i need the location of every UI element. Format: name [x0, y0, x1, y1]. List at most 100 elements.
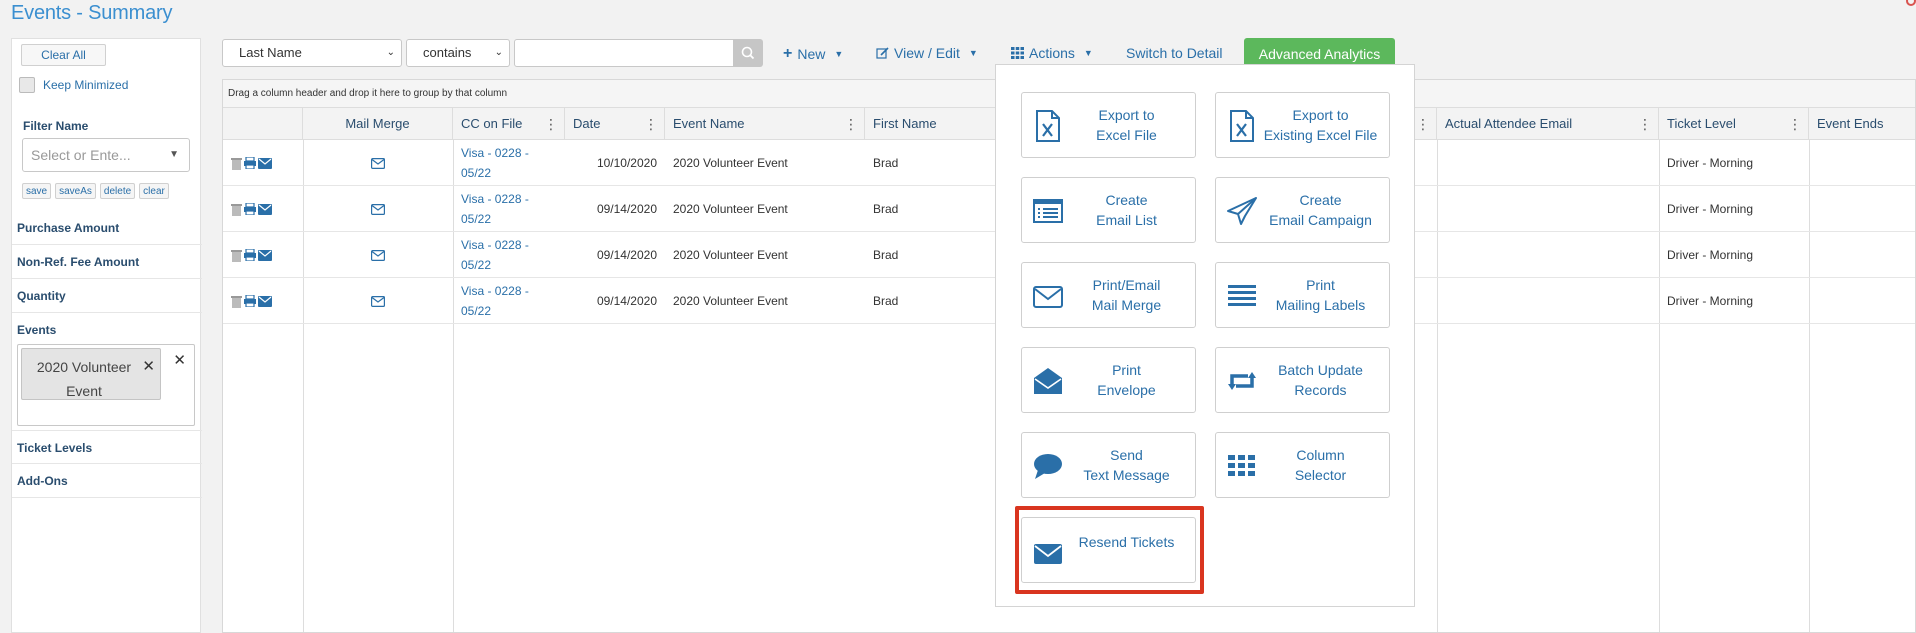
plus-icon: + — [783, 45, 793, 62]
column-menu-icon[interactable]: ⋮ — [1638, 108, 1652, 140]
section-purchase-amount[interactable]: Purchase Amount — [12, 211, 202, 245]
envelope-outline-icon[interactable] — [371, 249, 385, 261]
section-non-ref-fee[interactable]: Non-Ref. Fee Amount — [12, 245, 202, 279]
trash-icon[interactable] — [231, 249, 242, 262]
export-excel-label: Export to Excel File — [1096, 107, 1157, 143]
grid-icon — [1228, 455, 1255, 476]
filter-name-select[interactable]: Select or Ente... ▼ — [22, 138, 190, 172]
search-button[interactable] — [733, 39, 763, 67]
send-text-message-label: Send Text Message — [1083, 447, 1170, 483]
col-ticket-level[interactable]: Ticket Level ⋮ — [1659, 108, 1809, 140]
event-chip-label: 2020 Volunteer Event — [36, 359, 132, 399]
envelope-icon[interactable] — [258, 295, 272, 307]
batch-update-button[interactable]: Batch Update Records — [1215, 347, 1390, 413]
print-mailing-labels-button[interactable]: Print Mailing Labels — [1215, 262, 1390, 328]
mail-merge-cell[interactable] — [303, 140, 453, 186]
section-ticket-levels[interactable]: Ticket Levels — [12, 430, 202, 464]
edit-icon — [876, 46, 889, 59]
date-cell: 10/10/2020 — [596, 156, 657, 170]
keep-minimized-checkbox[interactable] — [19, 77, 35, 93]
column-menu-icon[interactable]: ⋮ — [1788, 108, 1802, 140]
col-event-ends[interactable]: Event Ends — [1809, 108, 1916, 140]
envelope-outline-icon — [1033, 286, 1063, 308]
col-cc-on-file-label: CC on File — [461, 116, 523, 131]
create-email-list-label: Create Email List — [1096, 192, 1157, 228]
clear-filter-button[interactable]: clear — [139, 183, 169, 199]
search-field-select[interactable]: Last Name ⌄ — [222, 39, 402, 67]
col-event-name[interactable]: Event Name ⋮ — [665, 108, 865, 140]
col-hidden-menu[interactable]: ⋮ — [1415, 108, 1437, 140]
row-actions — [223, 140, 303, 186]
send-text-message-button[interactable]: Send Text Message — [1021, 432, 1196, 498]
col-first-name-label: First Name — [873, 116, 937, 131]
envelope-icon[interactable] — [258, 203, 272, 215]
envelope-icon[interactable] — [258, 157, 272, 169]
event-name-cell: 2020 Volunteer Event — [673, 294, 788, 308]
column-menu-icon[interactable]: ⋮ — [1416, 108, 1430, 140]
print-envelope-button[interactable]: Print Envelope — [1021, 347, 1196, 413]
remove-chip-icon[interactable]: ✕ — [142, 355, 155, 379]
cc-on-file-cell[interactable]: Visa - 0228 - 05/22 — [453, 140, 553, 186]
mail-merge-cell[interactable] — [303, 278, 453, 324]
row-actions — [223, 232, 303, 278]
section-quantity[interactable]: Quantity — [12, 279, 202, 313]
envelope-outline-icon[interactable] — [371, 295, 385, 307]
col-mail-merge[interactable]: Mail Merge — [303, 108, 453, 140]
first-name-cell: Brad — [873, 156, 899, 170]
search-input[interactable] — [514, 39, 734, 67]
printer-icon[interactable] — [244, 249, 256, 261]
envelope-icon[interactable] — [258, 249, 272, 261]
mail-merge-cell[interactable] — [303, 232, 453, 278]
first-name-cell: Brad — [873, 248, 899, 262]
cc-on-file-cell[interactable]: Visa - 0228 - 05/22 — [453, 186, 553, 232]
chevron-down-icon: ⌄ — [494, 47, 503, 58]
cc-on-file-cell[interactable]: Visa - 0228 - 05/22 — [453, 278, 553, 324]
filter-name-label: Filter Name — [23, 119, 89, 133]
search-operator-select[interactable]: contains ⌄ — [406, 39, 510, 67]
col-actual-attendee-email[interactable]: Actual Attendee Email ⋮ — [1437, 108, 1659, 140]
trash-icon[interactable] — [231, 157, 242, 170]
col-cc-on-file[interactable]: CC on File ⋮ — [453, 108, 565, 140]
actions-button[interactable]: Actions ▼ — [1011, 45, 1093, 61]
print-mail-merge-button[interactable]: Print/Email Mail Merge — [1021, 262, 1196, 328]
save-filter-button[interactable]: save — [22, 183, 52, 199]
export-excel-button[interactable]: Export to Excel File — [1021, 92, 1196, 158]
column-menu-icon[interactable]: ⋮ — [644, 108, 658, 140]
col-ticket-level-label: Ticket Level — [1667, 116, 1736, 131]
print-envelope-label: Print Envelope — [1097, 362, 1156, 398]
printer-icon[interactable] — [244, 203, 256, 215]
new-button[interactable]: + New ▼ — [783, 45, 843, 63]
event-filter-chip: 2020 Volunteer Event ✕ — [21, 348, 161, 400]
column-menu-icon[interactable]: ⋮ — [844, 108, 858, 140]
mail-merge-cell[interactable] — [303, 186, 453, 232]
chevron-down-icon: ▼ — [834, 49, 844, 59]
clear-all-button[interactable]: Clear All — [21, 44, 106, 66]
list-icon — [1033, 199, 1063, 223]
create-email-campaign-button[interactable]: Create Email Campaign — [1215, 177, 1390, 243]
clear-events-icon[interactable]: ✕ — [173, 351, 186, 369]
column-menu-icon[interactable]: ⋮ — [544, 108, 558, 140]
envelope-outline-icon[interactable] — [371, 157, 385, 169]
export-existing-excel-button[interactable]: Export to Existing Excel File — [1215, 92, 1390, 158]
events-filter-box[interactable]: 2020 Volunteer Event ✕ ✕ — [17, 344, 195, 426]
create-email-list-button[interactable]: Create Email List — [1021, 177, 1196, 243]
column-selector-button[interactable]: Column Selector — [1215, 432, 1390, 498]
printer-icon[interactable] — [244, 295, 256, 307]
envelope-outline-icon[interactable] — [371, 203, 385, 215]
section-add-ons[interactable]: Add-Ons — [12, 464, 202, 498]
trash-icon[interactable] — [231, 203, 242, 216]
cc-on-file-cell[interactable]: Visa - 0228 - 05/22 — [453, 232, 553, 278]
trash-icon[interactable] — [231, 295, 242, 308]
printer-icon[interactable] — [244, 157, 256, 169]
excel-file-icon — [1230, 110, 1254, 142]
switch-to-detail-link[interactable]: Switch to Detail — [1126, 45, 1222, 61]
search-field-value: Last Name — [239, 45, 302, 60]
view-edit-button[interactable]: View / Edit ▼ — [876, 45, 978, 61]
filter-sidebar: Clear All Keep Minimized Filter Name Sel… — [11, 38, 202, 633]
save-as-filter-button[interactable]: saveAs — [55, 183, 96, 199]
first-name-cell: Brad — [873, 294, 899, 308]
col-date[interactable]: Date ⋮ — [565, 108, 665, 140]
keep-minimized-toggle[interactable]: Keep Minimized — [19, 77, 128, 93]
delete-filter-button[interactable]: delete — [99, 183, 136, 199]
section-events[interactable]: Events — [12, 313, 202, 347]
